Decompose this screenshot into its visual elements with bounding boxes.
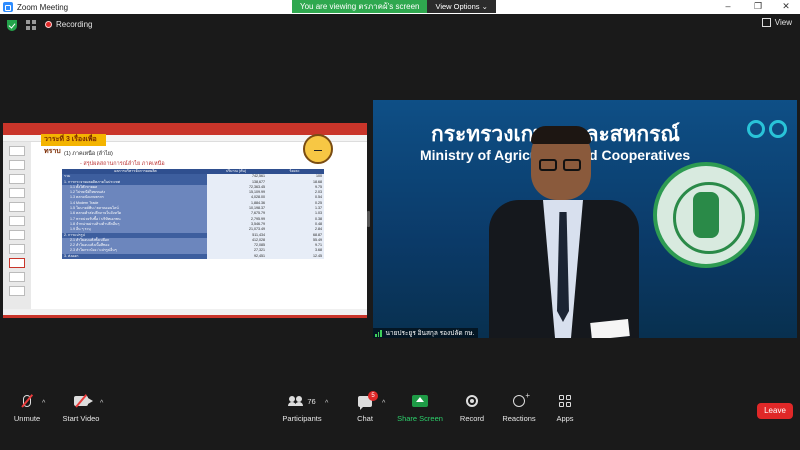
decor-ring — [747, 120, 765, 138]
audio-level-icon — [375, 329, 383, 337]
speaker-name: นายประยูร อินสกุล รองปลัด กษ. — [385, 330, 475, 337]
audio-options-caret-icon[interactable]: ^ — [42, 400, 45, 407]
slide-thumbnail-selected — [9, 258, 25, 268]
slide-thumbnail — [9, 202, 25, 212]
reactions-label: Reactions — [502, 414, 536, 423]
slide-thumbnail — [9, 216, 25, 226]
share-banner: You are viewing ตรภาคผ้'s screen View Op… — [292, 0, 496, 13]
slide-thumbnail — [9, 286, 25, 296]
view-button[interactable]: View — [761, 18, 792, 27]
reactions-icon — [513, 391, 530, 407]
table-cell: 12.45 — [267, 253, 324, 260]
speaker-video: กระทรวงเกษตรและสหกรณ์ Ministry of Agricu… — [373, 100, 797, 338]
record-button[interactable]: Record — [458, 392, 486, 430]
participants-icon — [288, 396, 304, 406]
table-row: 3. ส่งออก 92,451 12.45 — [62, 253, 324, 260]
slide-thumbnail — [9, 188, 25, 198]
view-options-label: View Options — [435, 2, 480, 11]
maximize-icon[interactable]: ❐ — [746, 0, 770, 14]
slide-data-table: ผลการบริหารจัดการผลผลิต ปริมาณ (ตัน) ร้อ… — [62, 169, 324, 260]
reactions-button[interactable]: Reactions — [502, 391, 536, 430]
ministry-seal-logo — [653, 162, 759, 268]
participants-button[interactable]: 76 Participants — [282, 392, 322, 430]
chat-label: Chat — [357, 414, 373, 423]
slide-subheading: (1) ภาคเหนือ (ลำไย) — [64, 151, 113, 157]
start-video-button[interactable]: Start Video — [62, 392, 100, 430]
slide-thumbnail — [9, 230, 25, 240]
zoom-logo-icon — [3, 2, 13, 12]
zoom-window: Zoom Meeting – ❐ ✕ You are viewing ตรภาค… — [0, 0, 800, 450]
apps-label: Apps — [556, 414, 574, 423]
slide-thumbnail — [9, 146, 25, 156]
chat-button[interactable]: 5 Chat — [352, 390, 378, 430]
speaker-name-tag: นายประยูร อินสกุล รองปลัด กษ. — [373, 328, 479, 338]
slide-heading: วาระที่ 3 เรื่องเพื่อทราบ — [41, 134, 106, 155]
video-options-caret-icon[interactable]: ^ — [100, 400, 103, 407]
ppt-taskbar — [3, 315, 367, 318]
chat-icon: 5 — [358, 390, 378, 410]
security-shield-icon[interactable] — [7, 20, 17, 31]
chat-badge: 5 — [368, 390, 378, 401]
recording-indicator[interactable]: Recording — [45, 20, 92, 29]
unmute-button[interactable]: Unmute — [12, 392, 42, 430]
close-icon[interactable]: ✕ — [774, 0, 798, 14]
table-cell: 92,451 — [207, 253, 267, 260]
apps-button[interactable]: Apps — [553, 392, 577, 430]
slide-subtitle: - สรุปผลสถานการณ์ลำไย ภาคเหนือ — [80, 161, 165, 167]
viewing-label: You are viewing ตรภาคผ้'s screen — [292, 0, 428, 13]
split-view-handle[interactable] — [367, 211, 370, 227]
decor-ring — [769, 120, 787, 138]
recording-dot-icon — [45, 21, 52, 28]
window-title: Zoom Meeting — [17, 2, 69, 12]
recording-label: Recording — [56, 20, 93, 29]
participants-count: 76 — [307, 396, 316, 406]
view-options-button[interactable]: View Options ⌄ — [427, 0, 496, 13]
paper-sheet — [590, 319, 630, 338]
slide-thumbnail — [9, 244, 25, 254]
participants-label: Participants — [282, 414, 322, 423]
meeting-info-icon[interactable] — [26, 20, 36, 30]
slide-thumbnail — [9, 272, 25, 282]
record-icon — [466, 395, 478, 407]
leave-button[interactable]: Leave — [757, 403, 793, 419]
start-video-label: Start Video — [62, 414, 100, 423]
share-screen-button[interactable]: Share Screen — [397, 392, 443, 430]
view-layout-icon — [761, 18, 771, 27]
meeting-toolbar: Unmute ^ Start Video ^ 76 Participants ^… — [0, 390, 800, 430]
mascot-image — [303, 134, 333, 164]
speaker-person — [489, 126, 639, 338]
participants-caret-icon[interactable]: ^ — [325, 400, 328, 407]
chat-caret-icon[interactable]: ^ — [382, 400, 385, 407]
record-label: Record — [459, 414, 485, 423]
table-cell: 3. ส่งออก — [62, 253, 207, 260]
slide-thumbnail — [9, 174, 25, 184]
view-label: View — [774, 18, 792, 27]
slide-thumbnails — [3, 142, 31, 310]
share-screen-label: Share Screen — [397, 414, 443, 423]
apps-icon — [559, 395, 571, 407]
share-screen-icon — [412, 395, 428, 407]
unmute-label: Unmute — [13, 414, 41, 423]
slide-thumbnail — [9, 160, 25, 170]
minimize-icon[interactable]: – — [716, 0, 740, 14]
